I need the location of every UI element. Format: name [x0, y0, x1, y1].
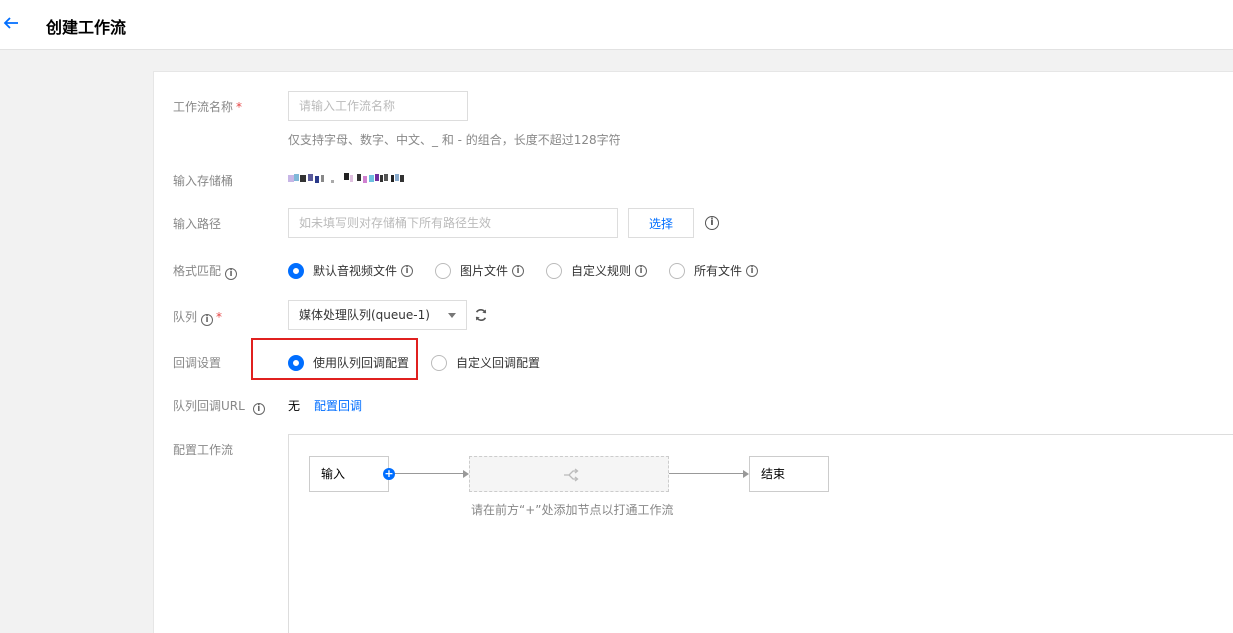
workflow-name-hint: 仅支持字母、数字、中文、_ 和 - 的组合，长度不超过128字符 — [288, 133, 621, 147]
configure-workflow-label: 配置工作流 — [173, 443, 234, 457]
path-info-icon[interactable]: i — [705, 216, 719, 230]
workflow-placeholder-node[interactable] — [469, 456, 669, 492]
radio-dot[interactable] — [546, 262, 563, 279]
select-path-button[interactable]: 选择 — [628, 208, 694, 238]
arrow-left-icon[interactable] — [2, 13, 20, 33]
format-option-label: 图片文件 — [460, 264, 509, 278]
radio-dot[interactable] — [431, 354, 448, 371]
queue-callback-url-label: 队列回调URL i — [173, 397, 265, 415]
queue-callback-url-label-text: 队列回调URL — [173, 399, 245, 413]
format-option-label: 自定义规则 — [571, 264, 632, 278]
workflow-name-label: 工作流名称 * — [173, 98, 242, 115]
format-info-icon[interactable]: i — [225, 268, 238, 280]
callback-radio-group: 使用队列回调配置 自定义回调配置 — [288, 354, 540, 371]
masked-bucket-value — [288, 172, 408, 184]
workflow-hint: 请在前方“+”处添加节点以打通工作流 — [471, 503, 674, 517]
required-mark: * — [216, 310, 223, 324]
default-av-info-icon[interactable]: i — [401, 264, 414, 277]
all-files-info-icon[interactable]: i — [746, 264, 759, 277]
page-header: 创建工作流 — [0, 0, 1233, 50]
callback-option-label: 使用队列回调配置 — [313, 356, 410, 370]
input-path-field[interactable] — [288, 208, 618, 238]
connector-line — [669, 473, 743, 474]
custom-rule-info-icon[interactable]: i — [635, 264, 648, 277]
format-match-label: 格式匹配 i — [173, 262, 238, 280]
callback-setting-label: 回调设置 — [173, 356, 222, 370]
workflow-input-node[interactable]: 输入 — [309, 456, 389, 492]
connector-line — [395, 473, 463, 474]
refresh-icon[interactable] — [474, 308, 488, 322]
workflow-name-label-text: 工作流名称 — [173, 100, 234, 114]
callback-url-value: 无 — [288, 399, 301, 413]
input-path-label: 输入路径 — [173, 217, 222, 231]
callback-radio-queue[interactable]: 使用队列回调配置 — [288, 354, 409, 371]
image-info-icon[interactable]: i — [512, 264, 525, 277]
callback-radio-custom[interactable]: 自定义回调配置 — [431, 354, 540, 371]
input-bucket-label: 输入存储桶 — [173, 174, 234, 188]
format-radio-image[interactable]: 图片文件 i — [435, 262, 525, 279]
add-node-icon[interactable]: + — [383, 468, 395, 480]
radio-dot[interactable] — [288, 262, 304, 279]
format-radio-all[interactable]: 所有文件 i — [669, 262, 759, 279]
queue-selected-value: 媒体处理队列(queue-1) — [299, 308, 430, 322]
radio-dot[interactable] — [435, 262, 452, 279]
queue-label: 队列 i * — [173, 308, 222, 326]
format-match-label-text: 格式匹配 — [173, 264, 222, 278]
required-mark: * — [236, 100, 243, 114]
format-radio-group: 默认音视频文件 i 图片文件 i 自定义规则 i 所有文件 i — [288, 262, 759, 279]
workflow-end-node[interactable]: 结束 — [749, 456, 829, 492]
callback-option-label: 自定义回调配置 — [456, 356, 541, 370]
callback-url-info-icon[interactable]: i — [252, 403, 265, 415]
configure-callback-link[interactable]: 配置回调 — [314, 397, 362, 414]
chevron-down-icon — [448, 313, 456, 318]
format-option-label: 所有文件 — [694, 264, 743, 278]
branch-icon — [564, 468, 579, 482]
queue-select[interactable]: 媒体处理队列(queue-1) — [288, 300, 467, 330]
format-option-label: 默认音视频文件 — [313, 264, 398, 278]
radio-dot[interactable] — [288, 354, 304, 371]
format-radio-default-av[interactable]: 默认音视频文件 i — [288, 262, 414, 279]
queue-label-text: 队列 — [173, 310, 198, 324]
format-radio-custom[interactable]: 自定义规则 i — [546, 262, 648, 279]
workflow-canvas[interactable]: 输入 + 结束 请在前方“+”处添加节点以打通工作流 — [288, 434, 1233, 633]
queue-info-icon[interactable]: i — [201, 314, 214, 326]
workflow-name-input[interactable] — [288, 91, 468, 121]
radio-dot[interactable] — [669, 262, 686, 279]
page-title: 创建工作流 — [46, 18, 127, 37]
